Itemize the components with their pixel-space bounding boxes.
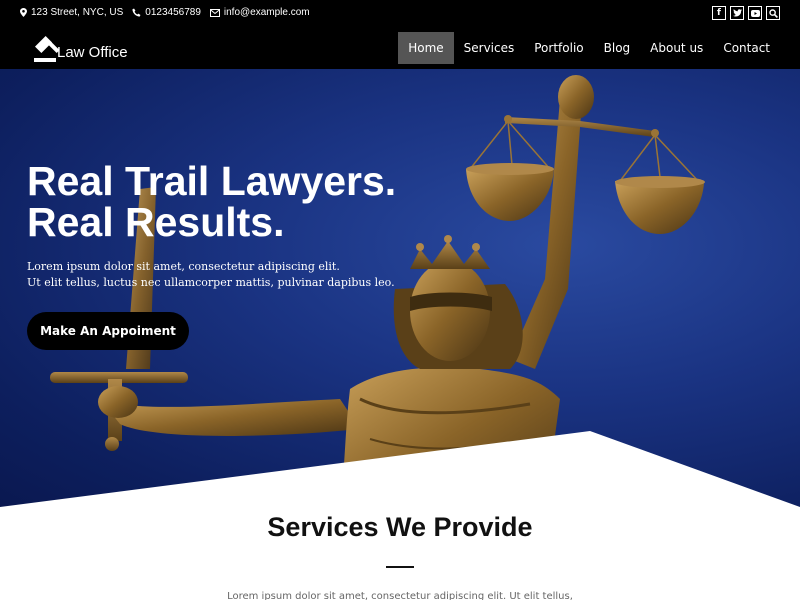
envelope-icon xyxy=(209,8,220,17)
map-marker-icon xyxy=(20,8,27,17)
hero-slope-divider xyxy=(0,431,800,509)
address-item: 123 Street, NYC, US xyxy=(20,7,123,18)
social-icons: f xyxy=(708,6,780,20)
nav-item-services[interactable]: Services xyxy=(454,32,525,64)
contact-info: 123 Street, NYC, US 0123456789 info@exam… xyxy=(20,7,319,18)
nav-item-home[interactable]: Home xyxy=(398,32,454,64)
services-title: Services We Provide xyxy=(267,512,533,542)
services-description: Lorem ipsum dolor sit amet, consectetur … xyxy=(227,591,573,600)
nav-item-about[interactable]: About us xyxy=(640,32,713,64)
twitter-icon[interactable] xyxy=(730,6,744,20)
hero-section: Real Trail Lawyers. Real Results. Lorem … xyxy=(0,69,800,509)
nav-item-contact[interactable]: Contact xyxy=(713,32,780,64)
facebook-icon[interactable]: f xyxy=(712,6,726,20)
email-text: info@example.com xyxy=(223,7,310,18)
top-bar: 123 Street, NYC, US 0123456789 info@exam… xyxy=(0,0,800,28)
main-nav: Home Services Portfolio Blog About us Co… xyxy=(398,32,780,64)
main-header: Law Office Home Services Portfolio Blog … xyxy=(0,28,800,69)
youtube-icon[interactable] xyxy=(748,6,762,20)
phone-icon xyxy=(132,8,141,17)
phone-item[interactable]: 0123456789 xyxy=(132,7,201,18)
services-divider xyxy=(386,566,414,568)
logo-text: Law Office xyxy=(57,44,128,61)
address-text: 123 Street, NYC, US xyxy=(31,7,124,18)
phone-text: 0123456789 xyxy=(145,7,201,18)
nav-item-blog[interactable]: Blog xyxy=(594,32,641,64)
site-logo[interactable]: Law Office xyxy=(33,34,128,64)
nav-item-portfolio[interactable]: Portfolio xyxy=(524,32,593,64)
email-item[interactable]: info@example.com xyxy=(209,7,310,18)
search-icon[interactable] xyxy=(766,6,780,20)
